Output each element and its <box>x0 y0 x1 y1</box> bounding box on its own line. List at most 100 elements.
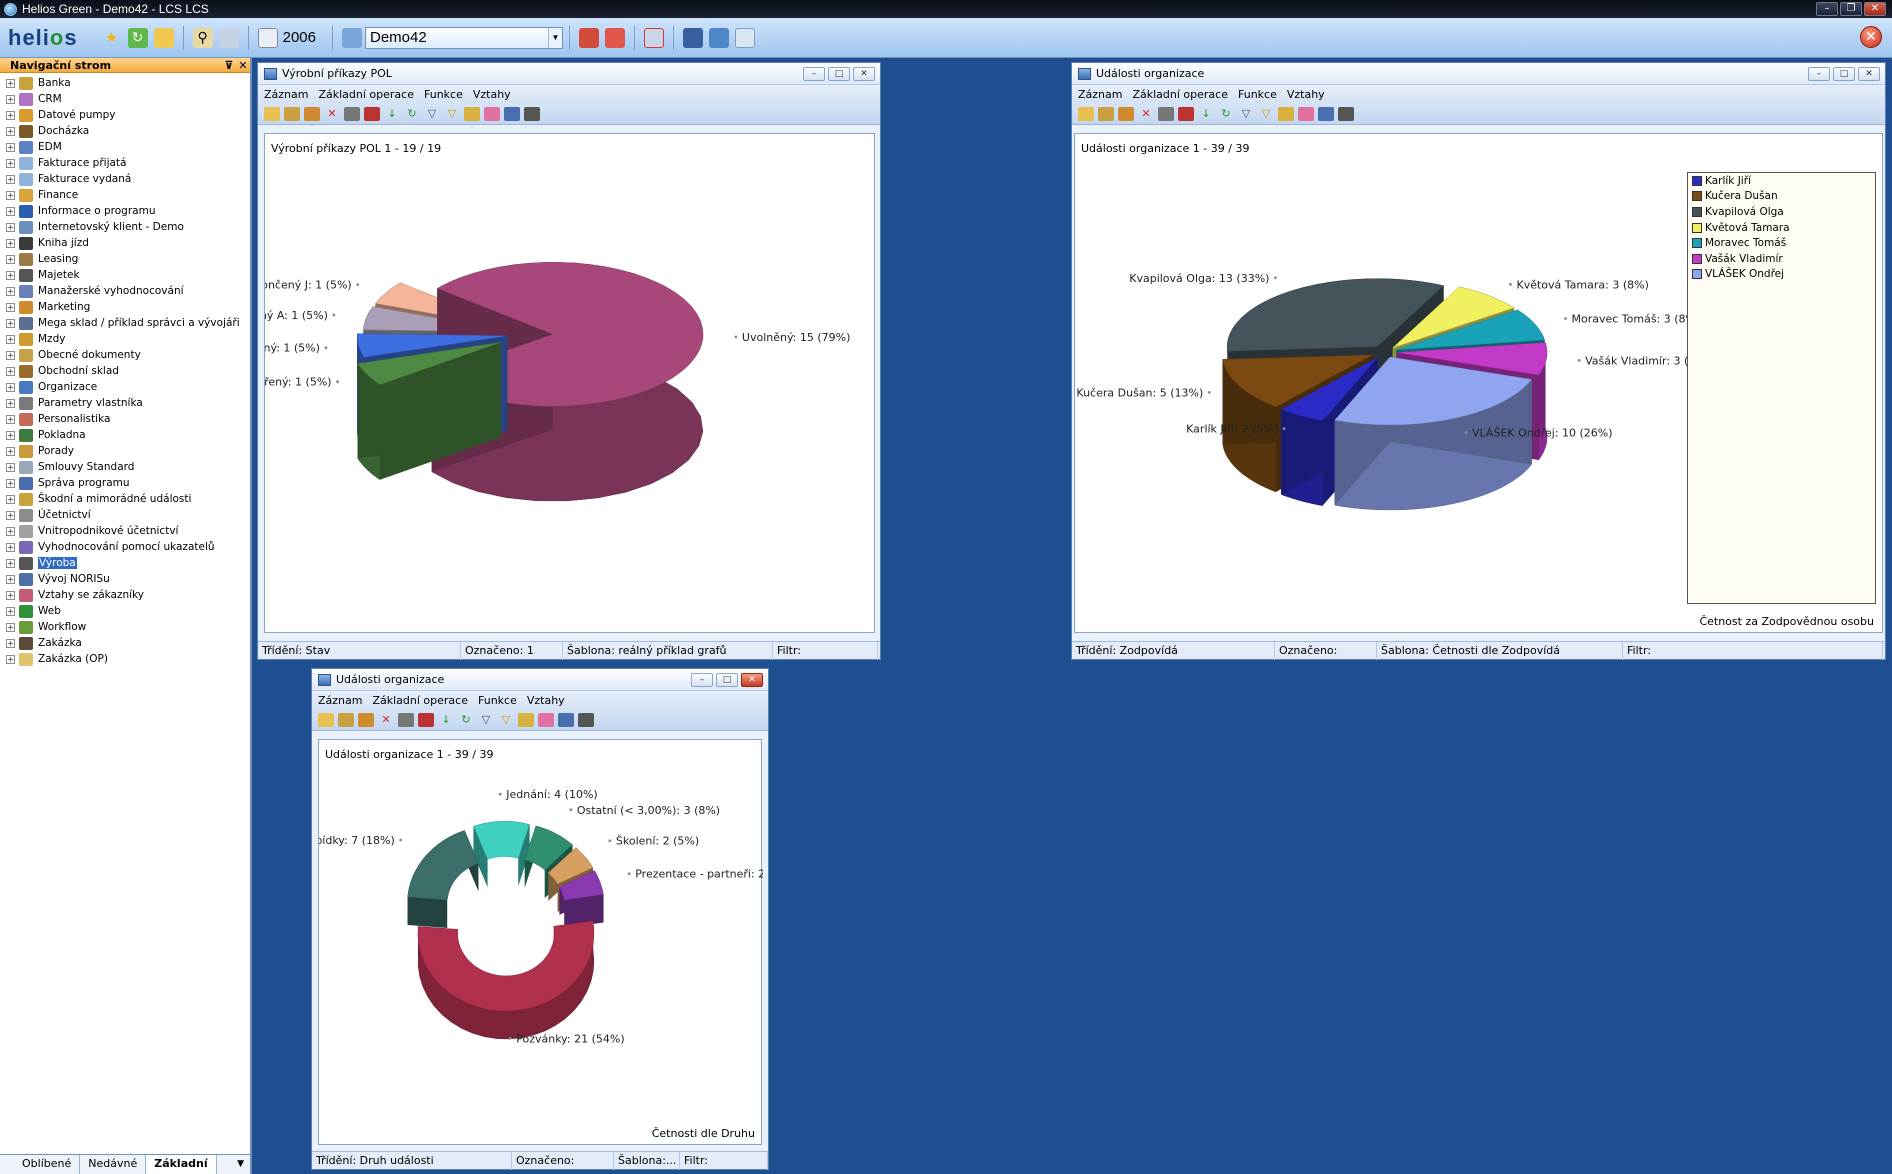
expand-icon[interactable]: + <box>6 302 15 312</box>
tree-item[interactable]: + Organizace <box>0 379 250 395</box>
menu-functions[interactable]: Funkce <box>424 88 463 101</box>
arrow-down-icon[interactable]: ↓ <box>384 107 400 121</box>
export-icon[interactable] <box>558 712 574 727</box>
filter-icon[interactable]: ▽ <box>424 107 440 121</box>
expand-icon[interactable]: + <box>6 238 15 248</box>
sync-icon[interactable] <box>708 27 729 48</box>
filter-edit-icon[interactable]: ▽ <box>1258 107 1274 121</box>
expand-icon[interactable]: + <box>6 414 15 424</box>
close-button[interactable]: ✕ <box>741 672 763 687</box>
filter-edit-icon[interactable]: ▽ <box>444 107 460 121</box>
tree-item[interactable]: + Obchodní sklad <box>0 363 250 379</box>
tree-item[interactable]: + EDM <box>0 139 250 155</box>
restore-button[interactable]: ❐ <box>1840 2 1862 16</box>
filter-icon[interactable]: ▽ <box>1238 107 1254 121</box>
report-icon[interactable] <box>578 27 599 48</box>
edit-icon[interactable] <box>1098 106 1114 121</box>
new-record-icon[interactable] <box>318 712 334 727</box>
expand-icon[interactable]: + <box>6 318 15 328</box>
tree-item[interactable]: + Docházka <box>0 123 250 139</box>
tree-item[interactable]: + Personalistika <box>0 411 250 427</box>
expand-icon[interactable]: + <box>6 558 15 568</box>
print-preview-icon[interactable] <box>364 106 380 121</box>
tree-item[interactable]: + Vývoj NORISu <box>0 571 250 587</box>
expand-icon[interactable]: + <box>6 334 15 344</box>
expand-icon[interactable]: + <box>6 190 15 200</box>
tree-item[interactable]: + Obecné dokumenty <box>0 347 250 363</box>
minimize-button[interactable]: – <box>1808 66 1830 81</box>
star-icon[interactable]: ★ <box>102 28 122 48</box>
close-button[interactable]: ✕ <box>1864 2 1886 16</box>
tree-item[interactable]: + Informace o programu <box>0 203 250 219</box>
expand-icon[interactable]: + <box>6 462 15 472</box>
delete-icon[interactable]: ✕ <box>324 107 340 121</box>
menu-basic-operations[interactable]: Základní operace <box>372 694 468 707</box>
new-record-icon[interactable] <box>264 106 280 121</box>
maximize-button[interactable]: □ <box>828 66 850 81</box>
close-button[interactable]: ✕ <box>853 66 875 81</box>
tree-item[interactable]: + Zakázka <box>0 635 250 651</box>
settings-icon[interactable] <box>524 106 540 121</box>
expand-icon[interactable]: + <box>6 430 15 440</box>
expand-icon[interactable]: + <box>6 206 15 216</box>
expand-icon[interactable]: + <box>6 222 15 232</box>
tree-item[interactable]: + Porady <box>0 443 250 459</box>
tree-item[interactable]: + Zakázka (OP) <box>0 651 250 667</box>
pin-icon[interactable]: ⊽ <box>222 59 236 72</box>
tree-item[interactable]: + Internetovský klient - Demo <box>0 219 250 235</box>
tree-item[interactable]: + Správa programu <box>0 475 250 491</box>
minimize-button[interactable]: – <box>691 672 713 687</box>
menu-basic-operations[interactable]: Základní operace <box>318 88 414 101</box>
tree-item[interactable]: + Kniha jízd <box>0 235 250 251</box>
expand-icon[interactable]: + <box>6 606 15 616</box>
expand-icon[interactable]: + <box>6 350 15 360</box>
expand-icon[interactable]: + <box>6 254 15 264</box>
expand-icon[interactable]: + <box>6 654 15 664</box>
tree-item[interactable]: + Leasing <box>0 251 250 267</box>
expand-icon[interactable]: + <box>6 398 15 408</box>
edit-icon[interactable] <box>304 106 320 121</box>
tree-item[interactable]: + Mega sklad / příklad správci a vývojáři <box>0 315 250 331</box>
menu-basic-operations[interactable]: Základní operace <box>1132 88 1228 101</box>
tree-item[interactable]: + CRM <box>0 91 250 107</box>
tab-recent[interactable]: Nedávné <box>80 1155 147 1174</box>
settings-icon[interactable] <box>578 712 594 727</box>
chart-icon[interactable] <box>484 106 500 121</box>
export-icon[interactable] <box>1318 106 1334 121</box>
expand-icon[interactable]: + <box>6 510 15 520</box>
print-preview-icon[interactable] <box>1178 106 1194 121</box>
tree-item[interactable]: + Web <box>0 603 250 619</box>
expand-icon[interactable]: + <box>6 622 15 632</box>
expand-icon[interactable]: + <box>6 366 15 376</box>
expand-icon[interactable]: + <box>6 94 15 104</box>
tree-item[interactable]: + Majetek <box>0 267 250 283</box>
edit-icon[interactable] <box>358 712 374 727</box>
maximize-button[interactable]: □ <box>1833 66 1855 81</box>
refresh-icon[interactable]: ↻ <box>404 107 420 121</box>
folder-icon[interactable] <box>464 106 480 121</box>
minimize-button[interactable]: – <box>1816 2 1838 16</box>
edit-icon[interactable] <box>338 712 354 727</box>
minimize-button[interactable]: – <box>803 66 825 81</box>
tree-item[interactable]: + Manažerské vyhodnocování <box>0 283 250 299</box>
document-icon[interactable] <box>257 27 278 48</box>
expand-icon[interactable]: + <box>6 270 15 280</box>
arrow-down-icon[interactable]: ↓ <box>438 713 454 727</box>
tree-item[interactable]: + Vztahy se zákazníky <box>0 587 250 603</box>
tab-favorites[interactable]: Oblíbené <box>14 1155 81 1174</box>
tree-item[interactable]: + Pokladna <box>0 427 250 443</box>
edit-icon[interactable] <box>284 106 300 121</box>
tree-item[interactable]: + Fakturace přijatá <box>0 155 250 171</box>
arrow-down-icon[interactable]: ↓ <box>1198 107 1214 121</box>
menu-record[interactable]: Záznam <box>1078 88 1122 101</box>
chevron-down-icon[interactable]: ▼ <box>547 27 562 48</box>
menu-relations[interactable]: Vztahy <box>1287 88 1325 101</box>
menu-record[interactable]: Záznam <box>318 694 362 707</box>
expand-icon[interactable]: + <box>6 478 15 488</box>
chart-icon[interactable] <box>538 712 554 727</box>
expand-icon[interactable]: + <box>6 110 15 120</box>
expand-icon[interactable]: + <box>6 78 15 88</box>
folder-icon[interactable] <box>153 27 174 48</box>
tree-item[interactable]: + Škodní a mimorádné události <box>0 491 250 507</box>
expand-icon[interactable]: + <box>6 590 15 600</box>
